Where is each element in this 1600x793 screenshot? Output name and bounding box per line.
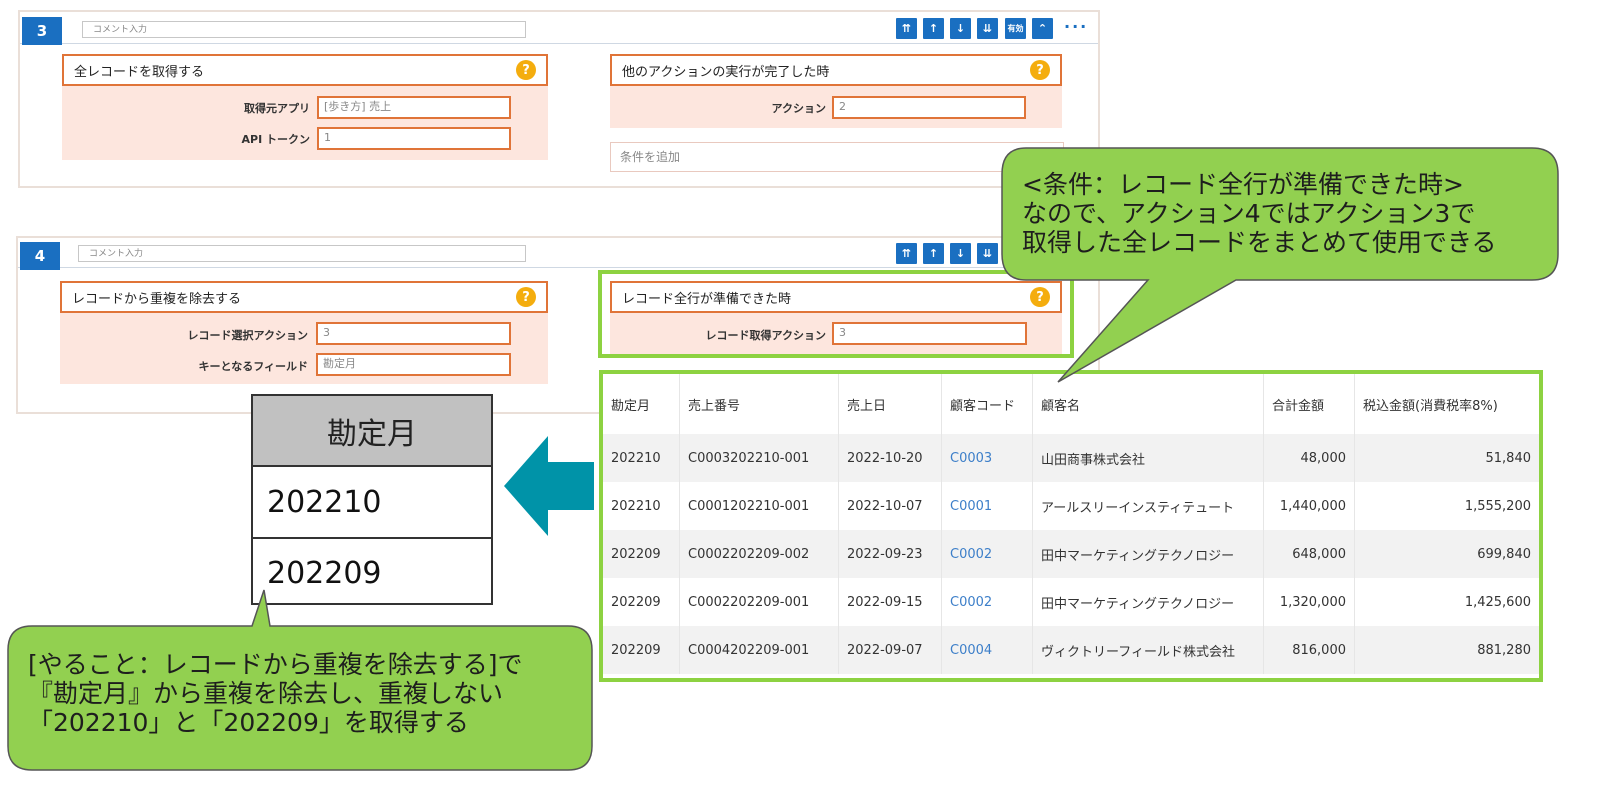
move-down-button[interactable]: ↓ [950,18,971,39]
help-icon[interactable]: ? [1030,60,1050,80]
source-app-label: 取得元アプリ [244,102,310,115]
record-select-action-label: レコード選択アクション [187,329,308,342]
table-cell: 48,000 [1263,434,1355,482]
action-title: レコードから重複を除去する ? [60,281,548,313]
trigger-title: 他のアクションの実行が完了した時 ? [610,54,1062,86]
comment-input[interactable]: コメント入力 [82,21,526,38]
table-cell: 648,000 [1263,530,1355,578]
records-table-frame: 勘定月 売上番号 売上日 顧客コード 顧客名 合計金額 税込金額(消費税率8%)… [599,370,1543,682]
key-field-input[interactable]: 勘定月 [316,353,511,376]
table-cell: 2022-09-23 [838,530,942,578]
action-title-text: 全レコードを取得する [74,64,205,80]
table-cell: C0001202210-001 [679,482,839,530]
records-table: 勘定月 売上番号 売上日 顧客コード 顧客名 合計金額 税込金額(消費税率8%)… [603,374,1539,674]
table-cell: 816,000 [1263,626,1355,674]
table-cell: 202209 [603,578,680,626]
result-value: 202210 [267,484,382,520]
move-bottom-button[interactable]: ⇊ [977,243,998,264]
api-token-label: API トークン [241,133,311,146]
move-top-button[interactable]: ⇈ [896,243,917,264]
table-cell: 山田商事株式会社 [1032,434,1264,482]
table-cell: 1,555,200 [1464,498,1531,514]
collapse-button[interactable]: ⌃ [1032,18,1053,39]
customer-code-link[interactable]: C0002 [941,578,1033,626]
table-cell: 202210 [603,482,680,530]
table-cell: 1,440,000 [1263,482,1355,530]
customer-code-link[interactable]: C0003 [941,434,1033,482]
dedup-result-table: 勘定月 202210 202209 [251,394,493,605]
table-cell: 1,320,000 [1263,578,1355,626]
source-app-input[interactable]: [歩き方] 売上 [317,96,511,119]
callout-line: 『勘定月』から重複を除去し、重複しない [28,679,504,708]
result-header: 勘定月 [253,396,491,467]
table-cell: 田中マーケティングテクノロジー [1032,530,1264,578]
table-cell: 2022-10-20 [838,434,942,482]
column-header: 売上番号 [679,374,839,434]
table-cell: 2022-09-07 [838,626,942,674]
callout-line: 「202210」と「202209」を取得する [28,708,469,737]
action-block-3: 3 コメント入力 ⇈ ↑ ↓ ⇊ 有効 ⌃ ··· 全レコードを取得する ? 取… [18,10,1100,188]
callout-bottom-text: [やること：レコードから重複を除去する]で 『勘定月』から重複を除去し、重複しな… [28,650,588,737]
action-title-text: レコードから重複を除去する [72,291,242,307]
table-cell: C0002202209-002 [679,530,839,578]
api-token-input[interactable]: 1 [317,127,511,150]
table-row: 202210 C0003202210-001 2022-10-20 C0003 山田商事… [603,434,1539,482]
move-top-button[interactable]: ⇈ [896,18,917,39]
callout-line: [やること：レコードから重複を除去する]で [28,650,523,679]
add-condition-field[interactable]: 条件を追加 [610,142,1064,172]
more-menu-icon[interactable]: ··· [1064,17,1088,36]
customer-code-link[interactable]: C0004 [941,626,1033,674]
action-number-badge: 4 [20,242,60,270]
help-icon[interactable]: ? [516,60,536,80]
table-cell: 202210 [603,434,680,482]
table-cell: 田中マーケティングテクノロジー [1032,578,1264,626]
table-cell: 2022-10-07 [838,482,942,530]
move-up-button[interactable]: ↑ [923,243,944,264]
customer-code-link[interactable]: C0001 [941,482,1033,530]
move-bottom-button[interactable]: ⇊ [977,18,998,39]
help-icon[interactable]: ? [516,287,536,307]
table-cell: 881,280 [1354,626,1539,674]
move-down-button[interactable]: ↓ [950,243,971,264]
enabled-toggle-button[interactable]: 有効 [1005,18,1026,39]
table-row: 202209 C0002202209-002 2022-09-23 C0002 田中マー… [603,530,1539,578]
move-up-button[interactable]: ↑ [923,18,944,39]
key-field-label: キーとなるフィールド [198,360,308,373]
trigger-title-text: 他のアクションの実行が完了した時 [622,64,830,80]
column-header: 勘定月 [603,374,680,434]
callout-top-text: <条件：レコード全行が準備できた時> なので、アクション4ではアクション3で 取… [1022,170,1552,257]
action-input[interactable]: 2 [832,96,1026,119]
customer-code-link[interactable]: C0002 [941,530,1033,578]
table-row: 202209 C0002202209-001 2022-09-15 C0002 田中マー… [603,578,1539,626]
table-cell: 1,425,600 [1464,594,1531,610]
table-cell: アールスリーインスティテュート [1032,482,1264,530]
table-cell: ヴィクトリーフィールド株式会社 [1032,626,1264,674]
table-cell: 202209 [603,626,680,674]
table-cell: 51,840 [1354,434,1539,482]
table-cell: C0004202209-001 [679,626,839,674]
record-select-action-input[interactable]: 3 [316,322,511,345]
column-header: 売上日 [838,374,942,434]
table-cell: 2022-09-15 [838,578,942,626]
action-label: アクション [771,102,826,115]
callout-line: 取得した全レコードをまとめて使用できる [1022,228,1497,257]
table-cell: 202209 [603,530,680,578]
table-cell: C0002202209-001 [679,578,839,626]
table-cell: C0003202210-001 [679,434,839,482]
left-arrow-icon [504,436,594,536]
callout-line: なので、アクション4ではアクション3で [1022,199,1476,228]
action-number-badge: 3 [22,17,62,45]
callout-line: <条件：レコード全行が準備できた時> [1022,170,1464,199]
table-row: 202210 C0001202210-001 2022-10-07 C0001 アールス… [603,482,1539,530]
comment-input[interactable]: コメント入力 [78,245,526,262]
action-title: 全レコードを取得する ? [62,54,548,86]
table-cell: 699,840 [1354,530,1539,578]
table-row: 202209 C0004202209-001 2022-09-07 C0004 ヴィクト… [603,626,1539,674]
